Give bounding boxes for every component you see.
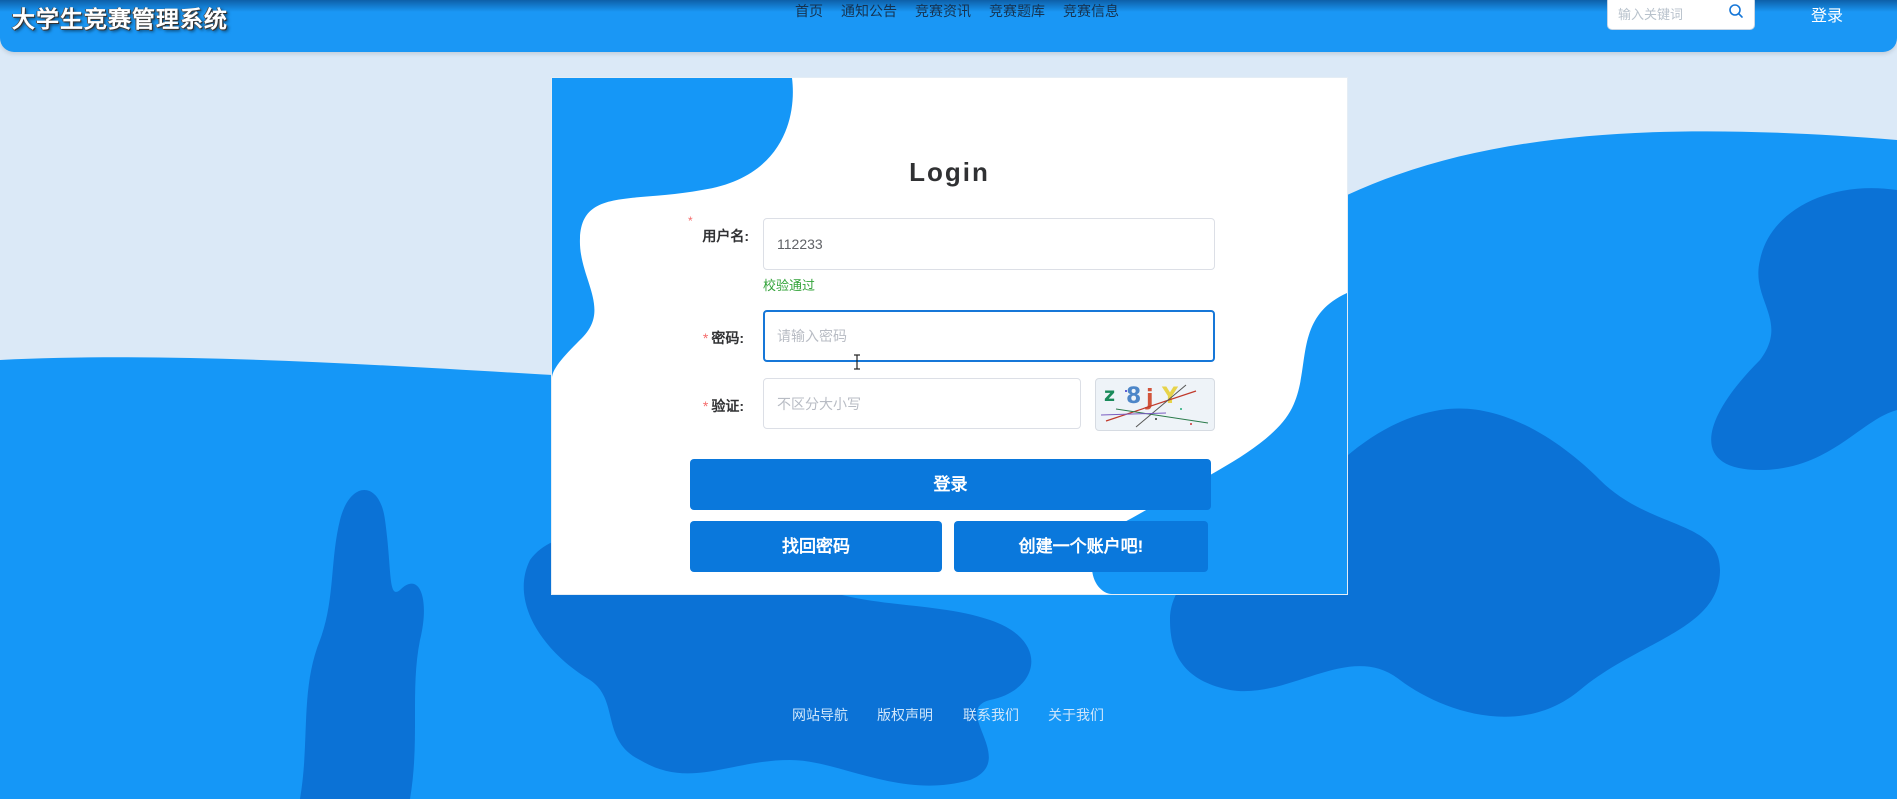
username-label: * 用户名: [677, 214, 749, 246]
captcha-image[interactable]: z 8 j Y [1095, 378, 1215, 431]
login-card: Login * 用户名: 校验通过 *密码: *验证: z 8 j Y 登录 找… [551, 77, 1348, 595]
required-mark: * [688, 214, 693, 228]
password-label: * 密码: [672, 328, 744, 348]
captcha-drawing: z 8 j Y [1100, 384, 1209, 428]
site-title: 大学生竞赛管理系统 [12, 6, 228, 32]
captcha-label: * 验证: [672, 396, 744, 416]
svg-text:8: 8 [1126, 384, 1141, 409]
text-cursor-icon [854, 354, 860, 370]
required-mark: * [702, 398, 709, 414]
search-box [1607, 0, 1755, 30]
captcha-input[interactable] [763, 378, 1081, 429]
login-title: Login [909, 157, 990, 187]
username-label-text: 用户名: [702, 228, 749, 244]
captcha-label-text: 验证: [711, 398, 744, 414]
password-label-text: 密码: [711, 330, 744, 346]
login-button[interactable]: 登录 [690, 459, 1211, 510]
svg-text:Y: Y [1161, 384, 1179, 409]
footer-link-site-nav[interactable]: 网站导航 [792, 705, 848, 725]
forgot-password-button[interactable]: 找回密码 [690, 521, 942, 572]
password-input[interactable] [763, 310, 1215, 362]
nav-item-competitions[interactable]: 竞赛信息 [1054, 2, 1128, 20]
required-mark: * [702, 330, 709, 346]
footer-link-contact[interactable]: 联系我们 [963, 705, 1019, 725]
username-input[interactable] [763, 218, 1215, 270]
top-header: 大学生竞赛管理系统 首页 通知公告 竞赛资讯 竞赛题库 竞赛信息 登录 [0, 0, 1897, 52]
nav-item-announcements[interactable]: 通知公告 [832, 2, 906, 20]
footer-link-copyright[interactable]: 版权声明 [877, 705, 933, 725]
main-nav: 首页 通知公告 竞赛资讯 竞赛题库 竞赛信息 [786, 2, 1128, 20]
register-button[interactable]: 创建一个账户吧! [954, 521, 1208, 572]
svg-text:z: z [1104, 384, 1115, 406]
nav-item-news[interactable]: 竞赛资讯 [906, 2, 980, 20]
nav-item-home[interactable]: 首页 [786, 2, 832, 20]
nav-item-question-bank[interactable]: 竞赛题库 [980, 2, 1054, 20]
search-input[interactable] [1616, 0, 1730, 29]
header-login-link[interactable]: 登录 [1811, 2, 1843, 26]
username-validation-message: 校验通过 [763, 278, 816, 293]
footer-link-about[interactable]: 关于我们 [1048, 705, 1104, 725]
search-icon[interactable] [1728, 3, 1744, 19]
